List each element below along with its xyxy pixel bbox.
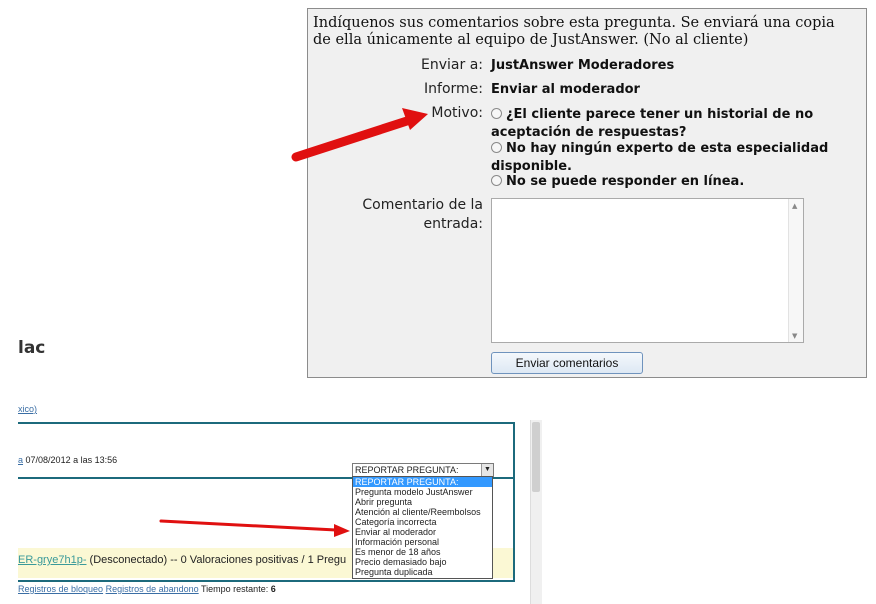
arrow-to-moderator-option-icon [159,519,350,537]
arrow-to-reason-icon [291,108,428,162]
annotation-arrows [159,108,428,537]
